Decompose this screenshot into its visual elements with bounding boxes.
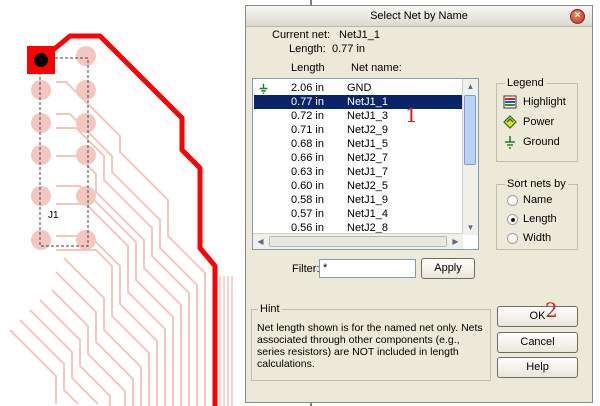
net-row[interactable]: 0.71 in NetJ2_9 xyxy=(254,123,462,137)
pin1-pad xyxy=(27,46,55,74)
net-row[interactable]: 2.06 in GND xyxy=(254,81,462,95)
legend-title: Legend xyxy=(505,77,546,89)
hscroll-thumb[interactable] xyxy=(269,236,447,247)
column-header-length[interactable]: Length xyxy=(291,62,325,74)
radio-circle-selected[interactable] xyxy=(507,214,518,225)
power-icon xyxy=(503,115,517,129)
net-row-selected[interactable]: 0.77 in NetJ1_1 xyxy=(254,95,462,109)
hint-title: Hint xyxy=(258,303,282,315)
sort-width-label[interactable]: Width xyxy=(523,232,551,244)
dialog-titlebar[interactable]: Select Net by Name × xyxy=(246,6,592,27)
net-name-cell: NetJ1_9 xyxy=(347,194,388,206)
net-length-cell: 0.60 in xyxy=(290,180,324,192)
apply-button[interactable]: Apply xyxy=(421,258,475,279)
net-length-cell: 0.72 in xyxy=(290,110,324,122)
net-row[interactable]: 0.72 in NetJ1_3 xyxy=(254,109,462,123)
net-name-cell: NetJ1_7 xyxy=(347,166,388,178)
legend-ground-label: Ground xyxy=(523,136,560,148)
component-label: J1 xyxy=(48,210,59,221)
ground-icon xyxy=(505,136,515,149)
legend-group: Legend Highlight Power Ground xyxy=(496,77,578,162)
scroll-down-icon[interactable]: ▼ xyxy=(463,220,478,235)
sort-group: Sort nets by Name Length Width xyxy=(496,178,578,250)
length-value: 0.77 in xyxy=(332,43,366,55)
net-row[interactable]: 0.58 in NetJ1_9 xyxy=(254,193,462,207)
pcb-bus-lines xyxy=(219,276,233,406)
highlight-icon xyxy=(503,95,517,109)
net-name-cell: NetJ1_4 xyxy=(347,208,388,220)
legend-ground: Ground xyxy=(503,135,560,152)
scroll-thumb[interactable] xyxy=(464,95,476,165)
dialog-title: Select Net by Name xyxy=(370,10,468,22)
net-length-cell: 2.06 in xyxy=(290,82,324,94)
net-name-cell: NetJ2_7 xyxy=(347,152,388,164)
legend-highlight: Highlight xyxy=(503,95,566,112)
help-button[interactable]: Help xyxy=(497,357,578,378)
scroll-left-icon[interactable]: ◀ xyxy=(253,234,268,249)
cancel-button[interactable]: Cancel xyxy=(497,332,578,353)
current-net-value: NetJ1_1 xyxy=(339,29,380,41)
net-row[interactable]: 0.57 in NetJ1_4 xyxy=(254,207,462,221)
hint-text: Net length shown is for the named net on… xyxy=(257,322,483,370)
ok-button[interactable]: OK xyxy=(497,306,578,327)
ground-icon xyxy=(259,83,268,94)
net-length-cell: 0.63 in xyxy=(290,166,324,178)
net-row[interactable]: 0.60 in NetJ2_5 xyxy=(254,179,462,193)
sort-length-label[interactable]: Length xyxy=(523,213,557,225)
legend-power-label: Power xyxy=(523,116,555,128)
net-length-cell: 0.57 in xyxy=(290,208,324,220)
radio-circle[interactable] xyxy=(507,233,518,244)
net-name-cell: GND xyxy=(347,82,372,94)
net-length-cell: 0.58 in xyxy=(290,194,324,206)
net-name-cell: NetJ2_5 xyxy=(347,180,388,192)
scroll-up-icon[interactable]: ▲ xyxy=(463,79,478,94)
net-list[interactable]: 2.06 in GND 0.77 in NetJ1_1 0.72 in NetJ1_3 0.… xyxy=(252,78,479,250)
legend-highlight-label: Highlight xyxy=(523,96,566,108)
annotation-two: 2 xyxy=(545,298,558,322)
radio-circle[interactable] xyxy=(507,195,518,206)
net-name-cell: NetJ1_3 xyxy=(347,110,388,122)
net-name-cell: NetJ2_9 xyxy=(347,124,388,136)
vertical-scrollbar[interactable]: ▲ ▼ xyxy=(462,79,478,235)
scroll-right-icon[interactable]: ▶ xyxy=(448,234,463,249)
net-length-cell: 0.77 in xyxy=(290,96,324,108)
select-net-dialog: Select Net by Name × Current net: NetJ1_… xyxy=(245,5,593,403)
net-length-cell: 0.68 in xyxy=(290,138,324,150)
net-row[interactable]: 0.66 in NetJ2_7 xyxy=(254,151,462,165)
net-length-cell: 0.66 in xyxy=(290,152,324,164)
column-header-net-name[interactable]: Net name: xyxy=(351,62,402,74)
net-name-cell: NetJ1_5 xyxy=(347,138,388,150)
sort-name-label[interactable]: Name xyxy=(523,194,552,206)
length-label: Length: xyxy=(289,43,326,55)
annotation-one: 1 xyxy=(405,103,418,127)
horizontal-scrollbar[interactable]: ◀ ▶ xyxy=(253,233,463,249)
filter-label: Filter: xyxy=(292,263,320,275)
net-length-cell: 0.71 in xyxy=(290,124,324,136)
pcb-pads xyxy=(31,46,96,250)
close-icon[interactable]: × xyxy=(570,9,585,24)
filter-input[interactable]: * xyxy=(319,259,416,278)
net-name-cell: NetJ1_1 xyxy=(347,96,388,108)
net-row[interactable]: 0.68 in NetJ1_5 xyxy=(254,137,462,151)
legend-power: Power xyxy=(503,115,554,132)
sort-title: Sort nets by xyxy=(505,178,568,190)
current-net-label: Current net: xyxy=(272,29,331,41)
hint-group: Hint Net length shown is for the named n… xyxy=(251,303,491,381)
net-row[interactable]: 0.63 in NetJ1_7 xyxy=(254,165,462,179)
